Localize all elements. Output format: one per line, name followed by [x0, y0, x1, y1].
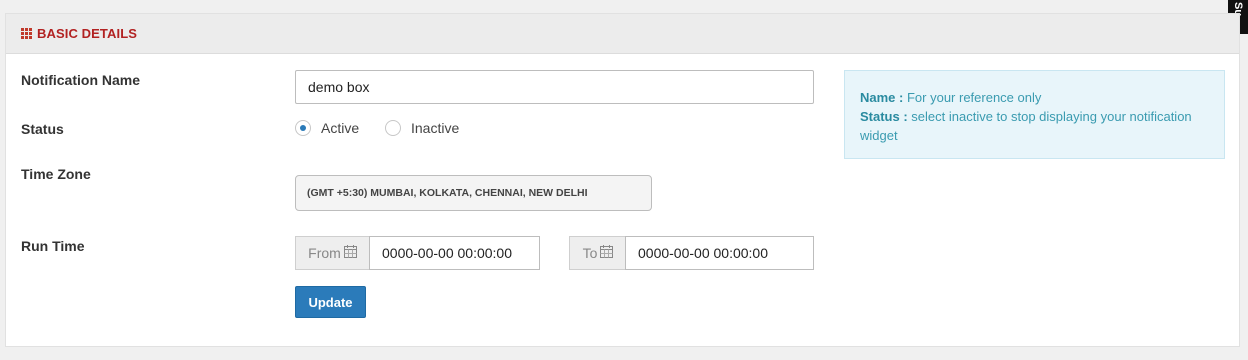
from-addon: From [295, 236, 370, 270]
info-name-key: Name : [860, 90, 904, 105]
status-inactive-option[interactable]: Inactive [385, 120, 459, 136]
to-datetime-value: 0000-00-00 00:00:00 [638, 245, 768, 261]
time-zone-value: (GMT +5:30) MUMBAI, KOLKATA, CHENNAI, NE… [307, 187, 588, 199]
calendar-icon [343, 245, 357, 261]
active-radio-label: Active [321, 120, 360, 136]
panel-header: BASIC DETAILS [6, 14, 1239, 54]
time-zone-select[interactable]: (GMT +5:30) MUMBAI, KOLKATA, CHENNAI, NE… [295, 175, 652, 211]
info-status-key: Status : [860, 109, 908, 124]
to-datetime-input[interactable]: 0000-00-00 00:00:00 [625, 236, 814, 270]
info-status-line: Status : select inactive to stop display… [860, 107, 1209, 145]
status-active-option[interactable]: Active [295, 120, 359, 136]
notification-name-value: demo box [308, 79, 370, 95]
grid-icon [21, 28, 32, 39]
info-name-text: For your reference only [903, 90, 1042, 105]
inactive-radio-label: Inactive [411, 120, 460, 136]
to-label: To [582, 245, 598, 261]
from-datetime-value: 0000-00-00 00:00:00 [382, 245, 512, 261]
notification-name-input[interactable]: demo box [295, 70, 814, 104]
basic-details-panel: BASIC DETAILS Notification Name demo box… [5, 13, 1240, 347]
info-status-text: select inactive to stop displaying your … [860, 109, 1192, 143]
run-time-label: Run Time [21, 238, 85, 254]
active-radio[interactable] [295, 120, 311, 136]
from-datetime-input[interactable]: 0000-00-00 00:00:00 [369, 236, 540, 270]
calendar-icon [600, 245, 614, 261]
info-name-line: Name : For your reference only [860, 88, 1209, 107]
update-button[interactable]: Update [295, 286, 366, 318]
status-label: Status [21, 121, 64, 137]
time-zone-label: Time Zone [21, 166, 91, 182]
to-addon: To [569, 236, 627, 270]
from-label: From [308, 245, 341, 261]
notification-name-label: Notification Name [21, 72, 141, 88]
help-info-box: Name : For your reference only Status : … [844, 70, 1225, 159]
panel-title: BASIC DETAILS [37, 26, 138, 41]
inactive-radio[interactable] [385, 120, 401, 136]
